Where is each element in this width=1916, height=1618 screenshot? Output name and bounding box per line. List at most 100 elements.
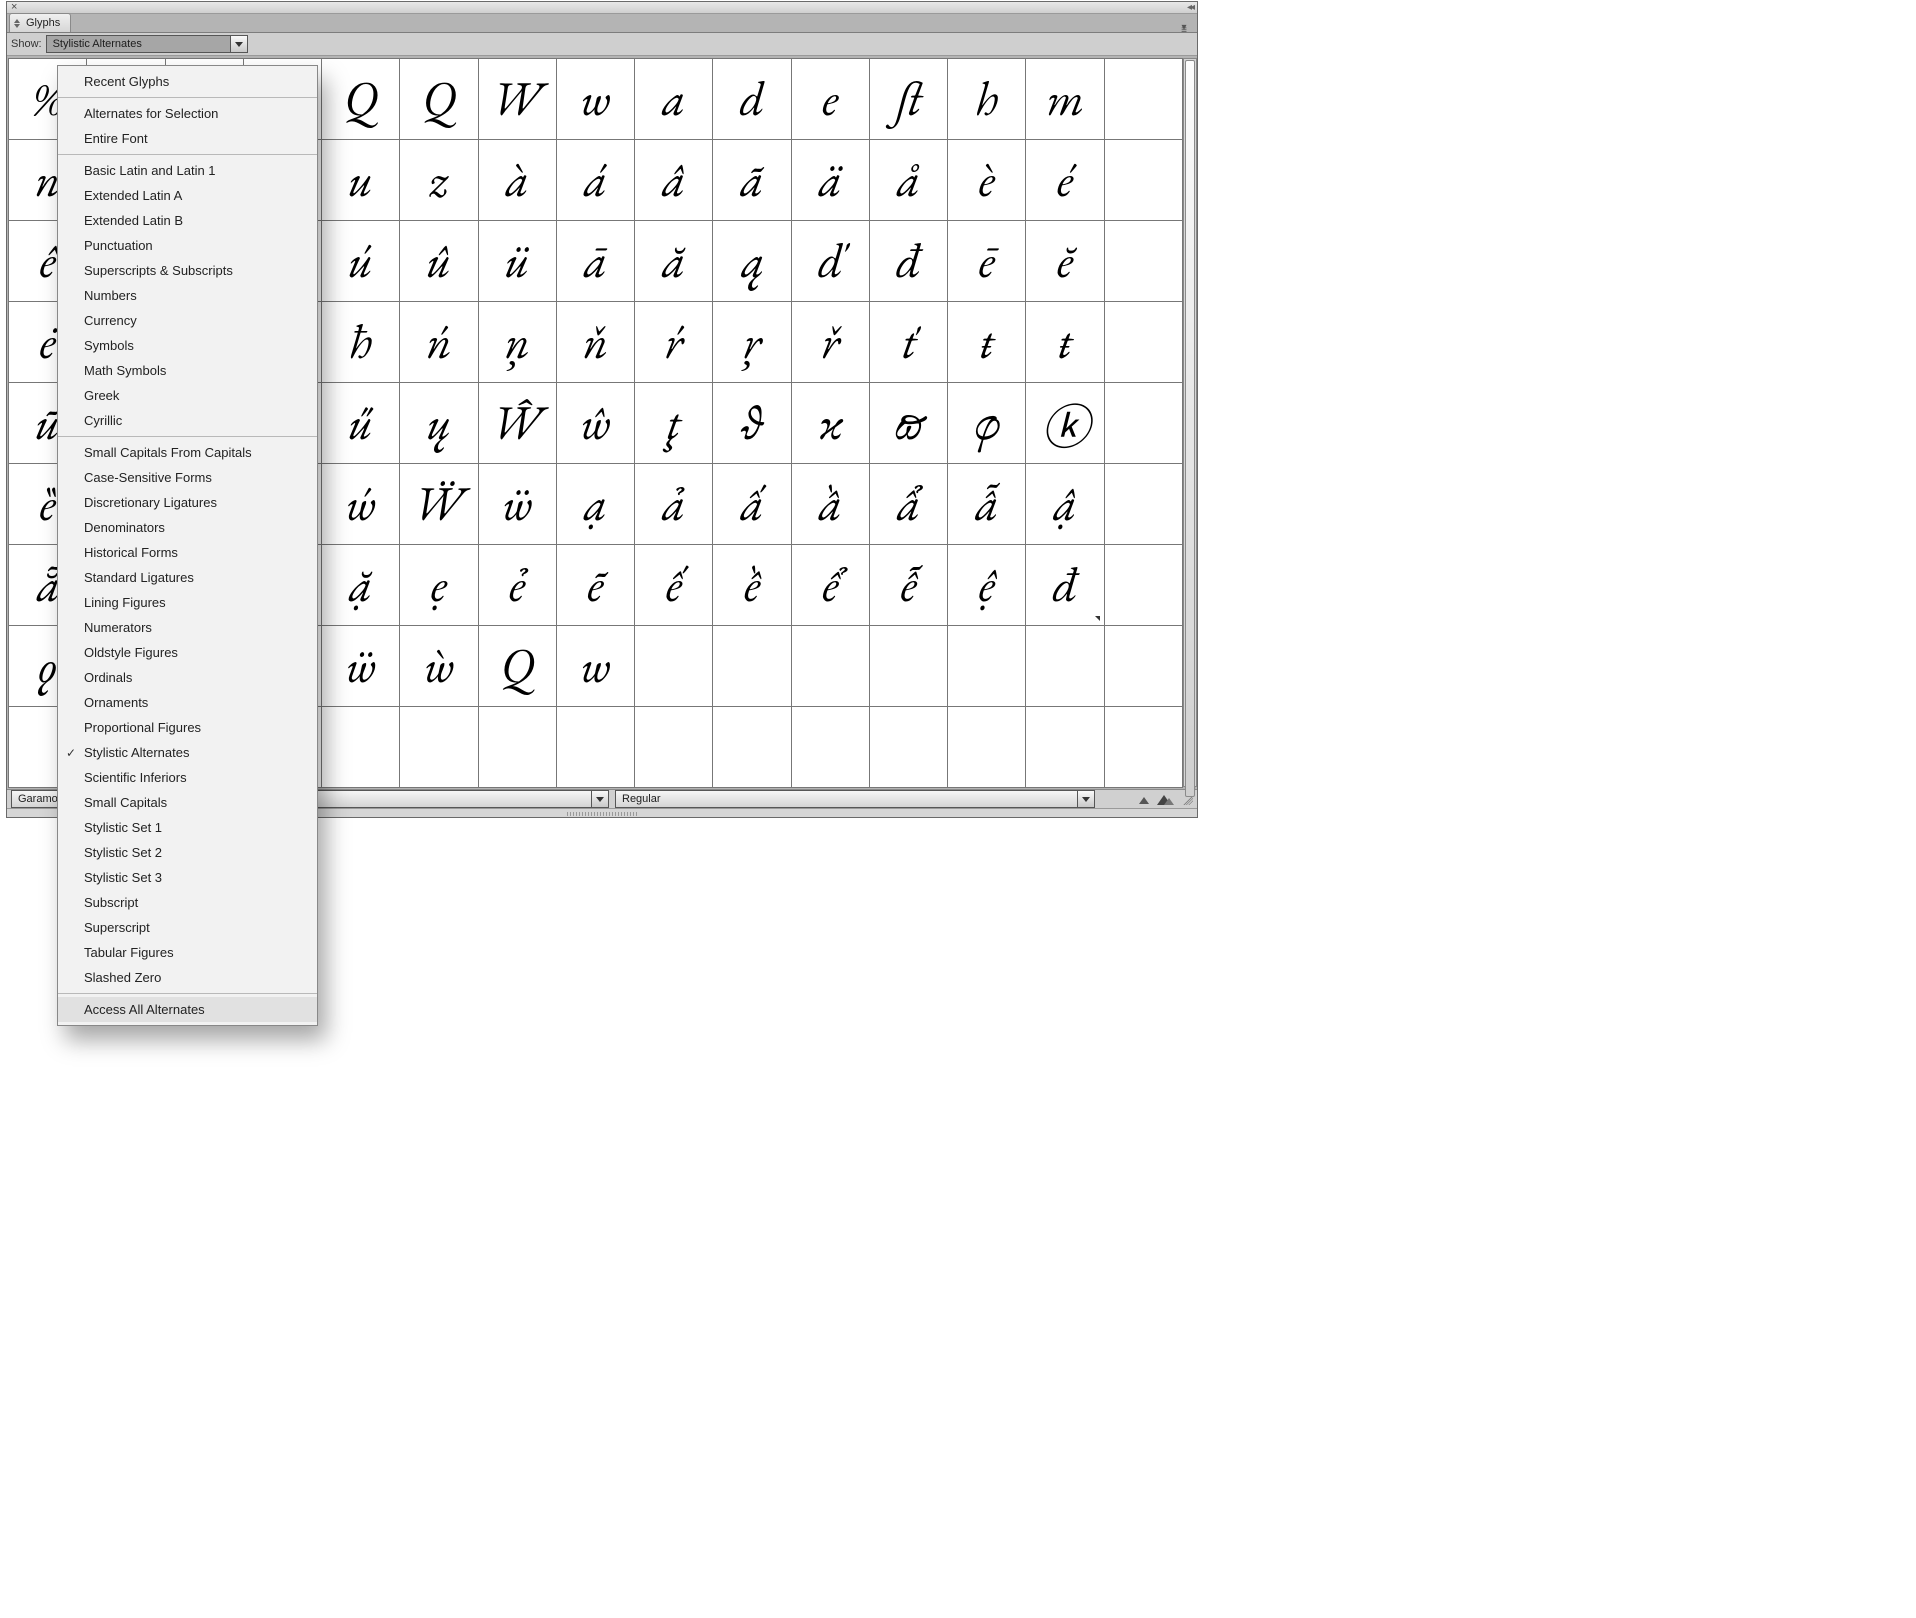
glyph-cell[interactable]: ņ [478,301,557,383]
menu-item[interactable]: Historical Forms [58,540,317,565]
glyph-cell[interactable]: ą [712,220,791,302]
glyph-cell[interactable]: ē [947,220,1026,302]
glyph-cell[interactable]: ể [791,544,870,626]
glyph-cell[interactable]: ẽ [556,544,635,626]
glyph-cell[interactable]: ϖ [869,382,948,464]
menu-item[interactable]: Ordinals [58,665,317,690]
menu-item[interactable]: Alternates for Selection [58,101,317,126]
glyph-cell[interactable]: Q [321,58,400,140]
glyph-cell[interactable]: φ [947,382,1026,464]
glyph-cell[interactable] [712,625,791,707]
glyph-cell[interactable]: ⓚ [1025,382,1104,464]
glyph-cell[interactable]: a [634,58,713,140]
glyph-cell[interactable]: ặ [321,544,400,626]
menu-item[interactable]: Subscript [58,890,317,915]
glyph-cell[interactable]: é [1025,139,1104,221]
menu-item[interactable]: Ornaments [58,690,317,715]
tab-glyphs[interactable]: Glyphs [9,13,71,32]
menu-item[interactable]: Case-Sensitive Forms [58,465,317,490]
glyph-cell[interactable]: ẩ [869,463,948,545]
glyph-cell[interactable]: ẹ [399,544,478,626]
glyph-cell[interactable]: đ [869,220,948,302]
glyph-cell[interactable]: ề [712,544,791,626]
glyph-cell[interactable]: u [321,139,400,221]
glyph-cell[interactable] [869,625,948,707]
glyph-cell[interactable]: à [478,139,557,221]
menu-item[interactable]: Basic Latin and Latin 1 [58,158,317,183]
glyph-cell[interactable]: Ŵ [478,382,557,464]
menu-item[interactable]: Scientific Inferiors [58,765,317,790]
glyph-cell[interactable]: w [556,625,635,707]
glyph-cell[interactable]: ř [791,301,870,383]
glyph-cell[interactable]: ẅ [478,463,557,545]
glyph-cell[interactable]: ấ [712,463,791,545]
glyph-cell[interactable]: ϰ [791,382,870,464]
zoom-out-icon[interactable] [1137,794,1151,804]
glyph-cell[interactable]: đ [1025,544,1104,626]
glyph-cell[interactable]: W [478,58,557,140]
menu-item[interactable]: Small Capitals [58,790,317,815]
glyph-cell[interactable] [478,706,557,788]
menu-item[interactable]: Lining Figures [58,590,317,615]
glyph-cell[interactable]: h [947,58,1026,140]
menu-item[interactable]: Greek [58,383,317,408]
menu-item[interactable]: Recent Glyphs [58,69,317,94]
glyph-cell[interactable] [556,706,635,788]
glyph-cell[interactable]: ậ [1025,463,1104,545]
menu-item[interactable]: Symbols [58,333,317,358]
menu-item[interactable]: Small Capitals From Capitals [58,440,317,465]
close-icon[interactable]: × [11,2,25,13]
menu-item[interactable]: Superscript [58,915,317,940]
glyph-cell[interactable]: Ẅ [399,463,478,545]
glyph-cell[interactable] [869,706,948,788]
menu-item[interactable]: Oldstyle Figures [58,640,317,665]
glyph-cell[interactable]: è [947,139,1026,221]
glyph-cell[interactable]: ť [869,301,948,383]
glyph-cell[interactable]: ŧ [947,301,1026,383]
glyph-cell[interactable]: ţ [634,382,713,464]
glyph-cell[interactable]: ã [712,139,791,221]
menu-item[interactable]: Stylistic Set 1 [58,815,317,840]
glyph-cell[interactable]: ŵ [556,382,635,464]
menu-item[interactable]: Tabular Figures [58,940,317,965]
glyph-cell[interactable]: ä [791,139,870,221]
menu-item[interactable]: Numerators [58,615,317,640]
glyph-cell[interactable]: å [869,139,948,221]
glyph-cell[interactable]: w [556,58,635,140]
glyph-cell[interactable]: á [556,139,635,221]
glyph-cell[interactable]: ẃ [321,463,400,545]
menu-item[interactable]: Extended Latin B [58,208,317,233]
menu-item[interactable]: Entire Font [58,126,317,151]
glyph-cell[interactable]: ŕ [634,301,713,383]
menu-item[interactable]: Numbers [58,283,317,308]
glyph-cell[interactable]: ﬅ [869,58,948,140]
menu-item[interactable]: Standard Ligatures [58,565,317,590]
menu-item[interactable]: Proportional Figures [58,715,317,740]
vertical-scrollbar[interactable] [1183,58,1197,787]
glyph-cell[interactable]: ầ [791,463,870,545]
glyph-cell[interactable]: ă [634,220,713,302]
glyph-cell[interactable] [947,625,1026,707]
menu-item[interactable]: Discretionary Ligatures [58,490,317,515]
glyph-cell[interactable] [634,625,713,707]
glyph-cell[interactable]: ẅ [321,625,400,707]
glyph-cell[interactable]: ĕ [1025,220,1104,302]
glyph-cell[interactable] [712,706,791,788]
glyph-cell[interactable]: ā [556,220,635,302]
font-style-dropdown[interactable]: Regular [615,790,1095,808]
show-dropdown[interactable]: Stylistic Alternates [46,35,248,53]
glyph-cell[interactable]: â [634,139,713,221]
glyph-cell[interactable]: ễ [869,544,948,626]
scrollbar-thumb[interactable] [1185,60,1195,797]
glyph-cell[interactable]: Q [478,625,557,707]
menu-item[interactable]: Denominators [58,515,317,540]
glyph-cell[interactable]: ŧ [1025,301,1104,383]
glyph-cell[interactable]: ü [478,220,557,302]
menu-item[interactable]: Math Symbols [58,358,317,383]
glyph-cell[interactable]: ế [634,544,713,626]
glyph-cell[interactable]: ϑ [712,382,791,464]
glyph-cell[interactable] [399,706,478,788]
glyph-cell[interactable]: ń [399,301,478,383]
glyph-cell[interactable]: ų [399,382,478,464]
collapse-icon[interactable]: ◂◂ [1187,2,1193,13]
